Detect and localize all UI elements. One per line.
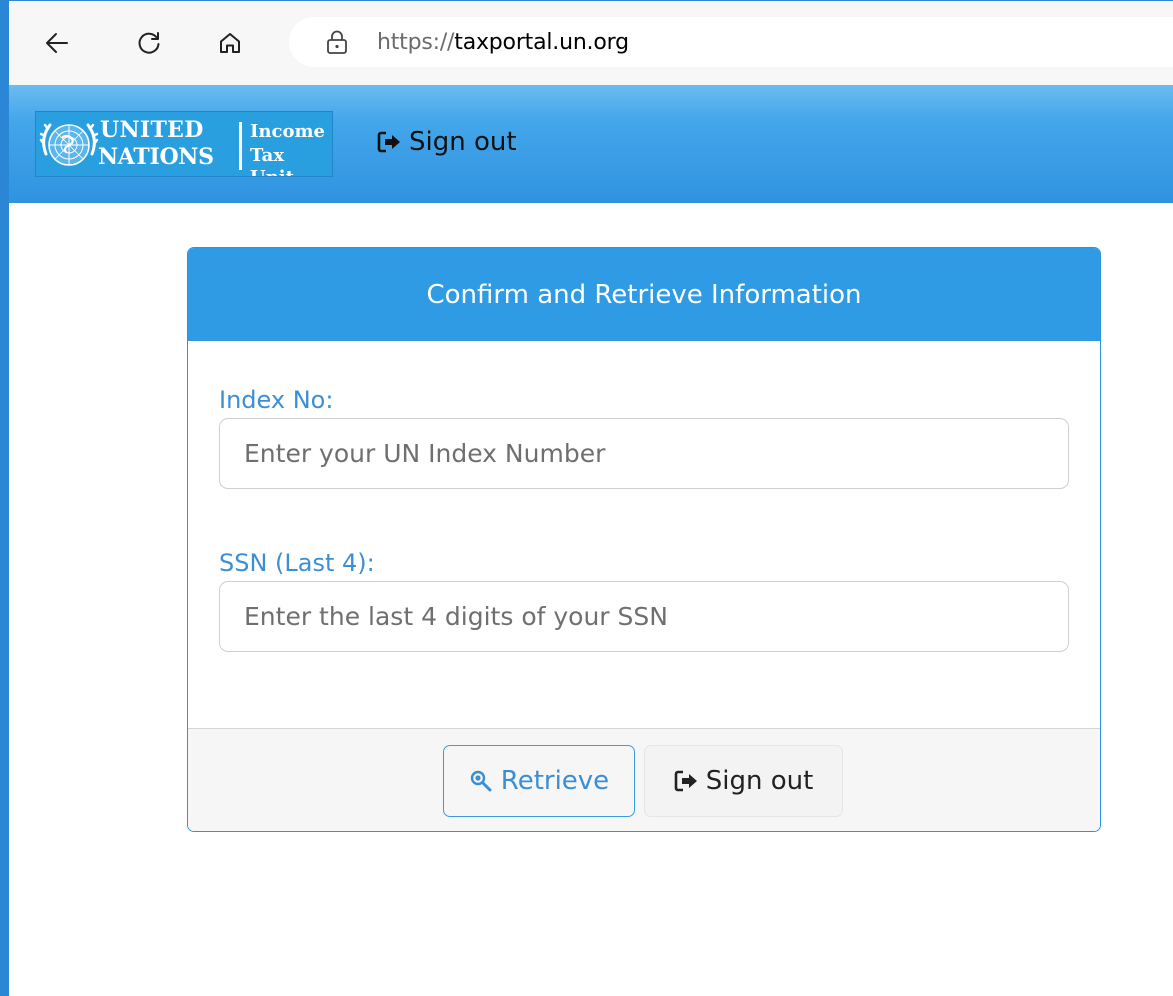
home-icon [220, 33, 240, 53]
sign-out-icon [674, 770, 697, 792]
index-no-input[interactable] [219, 418, 1069, 489]
ssn-last4-input[interactable] [219, 581, 1069, 652]
card-footer: Retrieve Sign out [188, 728, 1100, 831]
un-logo[interactable]: UNITED NATIONS Income Tax Unit [35, 111, 333, 177]
browser-toolbar: https://taxportal.un.org [9, 1, 1173, 85]
url-host: taxportal.un.org [454, 30, 629, 55]
logo-word-tax-unit: Tax Unit [250, 145, 294, 176]
header-signout-link[interactable]: Sign out [377, 127, 517, 157]
index-no-label: Index No: [219, 386, 334, 414]
url-text[interactable]: https://taxportal.un.org [377, 30, 629, 55]
back-button[interactable] [39, 21, 75, 65]
card-header: Confirm and Retrieve Information [188, 248, 1100, 341]
logo-separator [239, 122, 242, 170]
home-button[interactable] [212, 21, 248, 65]
app-header: UNITED NATIONS Income Tax Unit Sign out [9, 85, 1173, 203]
url-scheme: https:// [377, 30, 455, 55]
browser-window: https://taxportal.un.org UNITED NATIONS … [0, 0, 1173, 996]
card-signout-label: Sign out [705, 766, 814, 796]
reload-icon [138, 32, 160, 54]
header-signout-label: Sign out [409, 127, 517, 157]
reload-button[interactable] [131, 21, 167, 65]
retrieve-button[interactable]: Retrieve [443, 745, 635, 817]
logo-word-income: Income [250, 121, 325, 142]
un-emblem-icon [39, 123, 99, 166]
retrieve-button-label: Retrieve [500, 766, 610, 796]
arrow-left-icon [46, 33, 68, 53]
retrieve-card: Confirm and Retrieve Information Index N… [187, 247, 1101, 832]
lock-icon [327, 30, 347, 54]
sign-out-icon [377, 131, 400, 153]
ssn-label: SSN (Last 4): [219, 549, 375, 577]
card-title: Confirm and Retrieve Information [426, 279, 862, 310]
magnifier-icon [470, 770, 492, 792]
card-signout-button[interactable]: Sign out [644, 745, 843, 817]
logo-word-nations: NATIONS [98, 144, 214, 170]
logo-word-united: UNITED [100, 117, 204, 143]
address-bar[interactable]: https://taxportal.un.org [289, 17, 1173, 67]
